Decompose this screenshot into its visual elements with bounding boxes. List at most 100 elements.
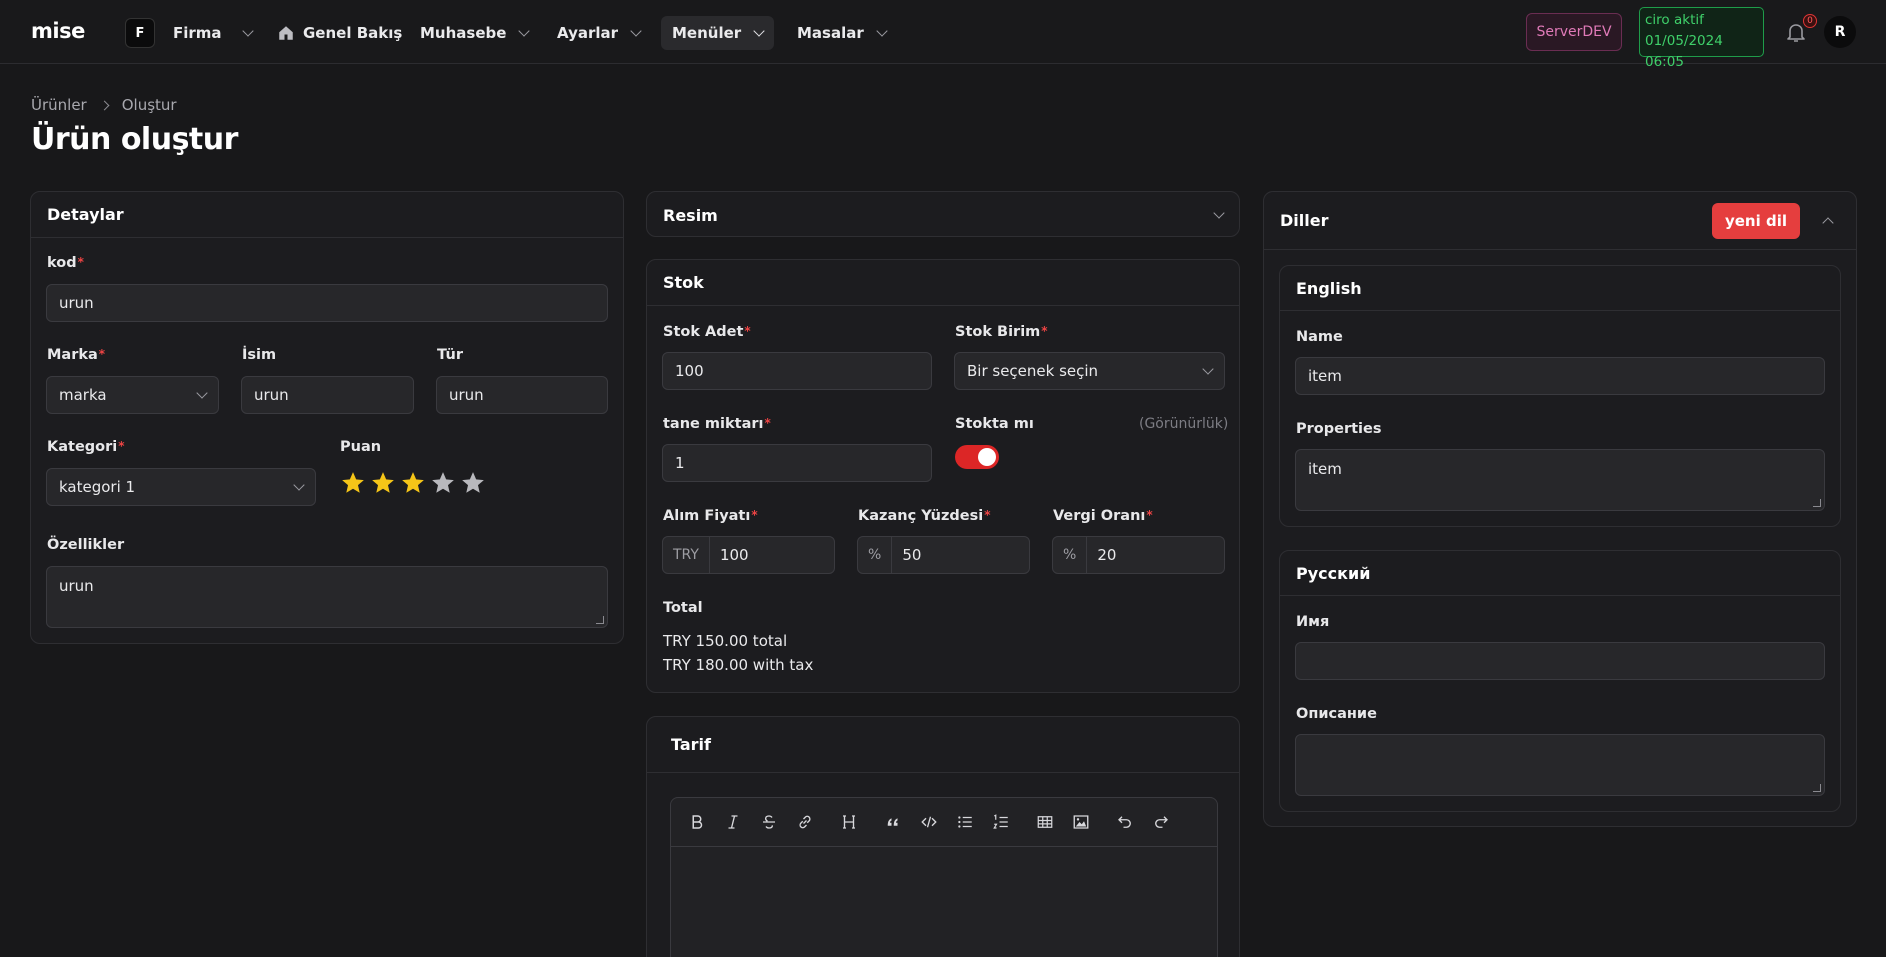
- redo-icon[interactable]: [1151, 812, 1171, 832]
- code-icon[interactable]: [919, 812, 939, 832]
- breadcrumb-current: Oluştur: [121, 96, 177, 114]
- italic-icon[interactable]: [723, 812, 743, 832]
- code-input[interactable]: urun: [46, 284, 608, 322]
- resize-grip-icon[interactable]: [1813, 499, 1821, 507]
- star-icon[interactable]: [460, 470, 486, 496]
- nav-tables-label: Masalar: [797, 24, 864, 42]
- server-badge[interactable]: ServerDEV: [1526, 13, 1622, 51]
- heading-icon[interactable]: [839, 812, 859, 832]
- image-icon[interactable]: [1071, 812, 1091, 832]
- chevron-down-icon: [876, 25, 888, 37]
- code-label-text: kod: [47, 255, 77, 271]
- tax-rate-value: 20: [1097, 546, 1117, 564]
- total-label: Total: [663, 600, 703, 616]
- strikethrough-icon[interactable]: [759, 812, 779, 832]
- stock-qty-input[interactable]: 100: [662, 352, 932, 390]
- nav-menus[interactable]: Menüler: [661, 16, 775, 50]
- buy-price-value: 100: [719, 546, 749, 564]
- user-avatar[interactable]: R: [1824, 16, 1856, 48]
- resize-grip-icon[interactable]: [1813, 784, 1821, 792]
- stock-unit-select[interactable]: Bir seçenek seçin: [954, 352, 1225, 390]
- ciro-status-time: 01/05/2024 06:05: [1645, 33, 1723, 70]
- bullet-list-icon[interactable]: [955, 812, 975, 832]
- category-select-value: kategori 1: [59, 478, 136, 496]
- star-icon[interactable]: [400, 470, 426, 496]
- piece-qty-label: tane miktarı*: [663, 416, 771, 432]
- nav-overview[interactable]: Genel Bakış: [266, 16, 413, 50]
- nav-accounting[interactable]: Muhasebe: [409, 16, 539, 50]
- ciro-status-badge[interactable]: ciro aktif 01/05/2024 06:05: [1639, 7, 1764, 70]
- undo-icon[interactable]: [1115, 812, 1135, 832]
- piece-qty-input[interactable]: 1: [662, 444, 932, 482]
- star-icon[interactable]: [340, 470, 366, 496]
- nav-firm-label: Firma: [173, 24, 222, 42]
- bold-icon[interactable]: [687, 812, 707, 832]
- recipe-editor[interactable]: [670, 797, 1218, 957]
- chevron-down-icon: [196, 387, 208, 399]
- resize-grip-icon[interactable]: [596, 616, 604, 624]
- buy-price-input[interactable]: TRY 100: [662, 536, 835, 574]
- brand-select-value: marka: [59, 386, 107, 404]
- rating-label: Puan: [340, 439, 382, 455]
- buy-price-label-text: Alım Fiyatı: [663, 508, 751, 524]
- stock-qty-label: Stok Adet*: [663, 324, 751, 340]
- stock-qty-label-text: Stok Adet: [663, 324, 744, 340]
- category-select[interactable]: kategori 1: [46, 468, 316, 506]
- tax-rate-input[interactable]: % 20: [1052, 536, 1225, 574]
- stock-unit-label: Stok Birim*: [955, 324, 1048, 340]
- home-icon: [279, 26, 293, 40]
- visibility-hint: (Görünürlük): [1139, 416, 1229, 432]
- type-input[interactable]: urun: [436, 376, 608, 414]
- english-properties-value: item: [1308, 460, 1342, 478]
- nav-settings-label: Ayarlar: [557, 24, 619, 42]
- quote-icon[interactable]: [883, 812, 903, 832]
- total-with-tax-value: TRY 180.00 with tax: [663, 656, 814, 674]
- editor-content-area[interactable]: [671, 847, 1217, 957]
- margin-input[interactable]: % 50: [857, 536, 1030, 574]
- tax-rate-label-text: Vergi Oranı: [1053, 508, 1146, 524]
- type-label: Tür: [437, 347, 463, 363]
- english-card-header: English: [1280, 266, 1840, 311]
- english-name-input[interactable]: item: [1295, 357, 1825, 395]
- table-icon[interactable]: [1035, 812, 1055, 832]
- image-card[interactable]: Resim: [646, 191, 1240, 237]
- piece-qty-label-text: tane miktarı: [663, 416, 764, 432]
- english-properties-textarea[interactable]: item: [1295, 449, 1825, 511]
- category-label-text: Kategori: [47, 439, 118, 455]
- nav-firm[interactable]: F Firma: [114, 16, 263, 50]
- stock-card-header: Stok: [647, 260, 1239, 306]
- chevron-down-icon[interactable]: [1213, 207, 1225, 219]
- margin-label: Kazanç Yüzdesi*: [858, 508, 991, 524]
- chevron-down-icon: [1202, 363, 1214, 375]
- breadcrumb-products-link[interactable]: Ürünler: [31, 96, 87, 114]
- stock-unit-placeholder: Bir seçenek seçin: [967, 362, 1099, 380]
- ordered-list-icon[interactable]: [991, 812, 1011, 832]
- star-icon[interactable]: [370, 470, 396, 496]
- russian-name-input[interactable]: [1295, 642, 1825, 680]
- chevron-down-icon: [630, 25, 642, 37]
- new-language-button[interactable]: yeni dil: [1711, 202, 1800, 239]
- name-input[interactable]: urun: [241, 376, 414, 414]
- nav-overview-label: Genel Bakış: [303, 24, 403, 42]
- in-stock-label: Stokta mı: [955, 416, 1034, 432]
- russian-description-textarea[interactable]: [1295, 734, 1825, 796]
- star-icon[interactable]: [430, 470, 456, 496]
- in-stock-toggle[interactable]: [955, 445, 999, 469]
- image-card-title: Resim: [663, 205, 718, 225]
- features-textarea[interactable]: urun: [46, 566, 608, 628]
- toggle-knob: [978, 448, 996, 466]
- notification-count-badge: 0: [1803, 14, 1817, 28]
- breadcrumb: Ürünler Oluştur: [31, 96, 177, 114]
- app-logo[interactable]: mise: [31, 19, 85, 43]
- chevron-up-icon[interactable]: [1822, 216, 1834, 229]
- chevron-right-icon: [99, 100, 110, 110]
- brand-select[interactable]: marka: [46, 376, 219, 414]
- percent-prefix: %: [858, 537, 893, 573]
- chevron-down-icon: [293, 479, 305, 491]
- image-card-header[interactable]: Resim: [647, 192, 1239, 238]
- link-icon[interactable]: [795, 812, 815, 832]
- russian-card-header: Русский: [1280, 551, 1840, 596]
- currency-prefix: TRY: [663, 537, 710, 573]
- nav-tables[interactable]: Masalar: [786, 16, 897, 50]
- nav-settings[interactable]: Ayarlar: [546, 16, 651, 50]
